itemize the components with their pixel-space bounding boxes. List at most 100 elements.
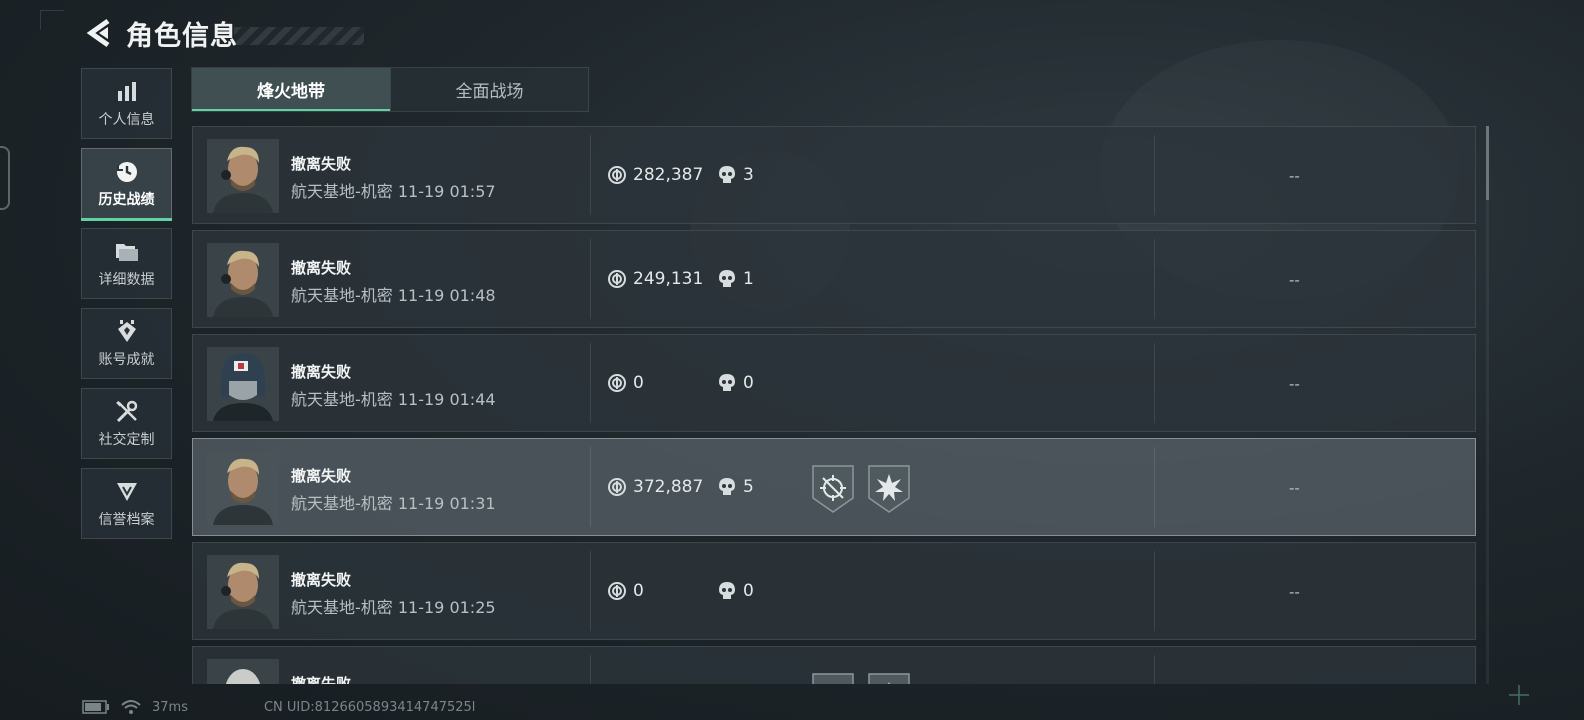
- kill-count: 1: [717, 269, 754, 289]
- coin-icon: [607, 477, 627, 497]
- match-detail: 航天基地-机密 11-19 01:57: [291, 182, 496, 201]
- crosshair-badge-icon[interactable]: [811, 672, 855, 684]
- back-button[interactable]: [80, 13, 120, 53]
- kill-count-text: 1: [743, 269, 754, 289]
- kill-count: 5: [717, 477, 754, 497]
- crosshair-badge-icon[interactable]: [811, 464, 855, 514]
- match-detail: 航天基地-机密 11-19 01:44: [291, 390, 496, 409]
- match-result: 撤离失败: [291, 155, 352, 173]
- folders-icon: [114, 239, 140, 265]
- kill-count-text: 0: [743, 373, 754, 393]
- column-divider: [1154, 343, 1155, 423]
- status-bar: 37ms CN UID:8126605893414747525l: [82, 697, 475, 717]
- column-divider: [590, 447, 591, 527]
- match-record-row[interactable]: 撤离失败 航天基地-机密 11-19 01:48 249,131 1 --: [192, 230, 1476, 328]
- extra-value: --: [1289, 583, 1300, 601]
- sidebar-item-achievements[interactable]: 账号成就: [81, 308, 172, 379]
- list-scrollbar[interactable]: [1486, 126, 1489, 684]
- match-result: 撤离失败: [291, 675, 352, 684]
- loot-value-text: 0: [633, 581, 644, 601]
- title-decoration: [234, 27, 364, 45]
- tab-full-battlefield[interactable]: 全面战场: [390, 68, 588, 111]
- sidebar-item-label: 历史战绩: [98, 191, 155, 208]
- match-detail: 航天基地-机密 11-19 01:31: [291, 494, 496, 513]
- sidebar-item-match-history[interactable]: 历史战绩: [81, 148, 172, 221]
- explosion-badge-icon[interactable]: [867, 672, 911, 684]
- sidebar-item-social[interactable]: 社交定制: [81, 388, 172, 459]
- skull-icon: [717, 269, 737, 289]
- kill-count: 3: [717, 165, 754, 185]
- column-divider: [1154, 239, 1155, 319]
- sidebar: 个人信息 历史战绩 详细数据 账号成就 社交定制 信誉档案: [81, 68, 172, 548]
- kill-count: 0: [717, 373, 754, 393]
- column-divider: [590, 343, 591, 423]
- operator-avatar: [207, 451, 279, 525]
- loot-value-text: 0: [633, 373, 644, 393]
- skull-icon: [717, 165, 737, 185]
- operator-avatar: [207, 659, 279, 684]
- sidebar-item-personal-info[interactable]: 个人信息: [81, 68, 172, 139]
- match-badges: [811, 464, 911, 514]
- loot-value-text: 282,387: [633, 165, 704, 185]
- match-history-list: 撤离失败 航天基地-机密 11-19 01:57 282,387 3 -- 撤离…: [192, 126, 1476, 684]
- skull-icon: [717, 581, 737, 601]
- explosion-badge-icon[interactable]: [867, 464, 911, 514]
- corner-decoration: [40, 10, 64, 30]
- skull-icon: [717, 477, 737, 497]
- side-handle-decoration: [0, 146, 10, 210]
- achievement-icon: [114, 319, 140, 345]
- mode-tabs: 烽火地带 全面战场: [191, 67, 589, 112]
- operator-avatar: [207, 139, 279, 213]
- loot-value: 0: [607, 373, 644, 393]
- loot-value: 249,131: [607, 269, 703, 289]
- extra-value: --: [1289, 167, 1300, 185]
- match-record-row[interactable]: 撤离失败 航天基地-机密 11-19 01:25 0 0 --: [192, 542, 1476, 640]
- kill-count-text: 0: [743, 581, 754, 601]
- battery-icon: [82, 700, 109, 714]
- wifi-icon: [121, 700, 141, 714]
- plus-icon: [1509, 685, 1529, 705]
- ping-text: 37ms: [152, 699, 188, 715]
- sidebar-item-reputation[interactable]: 信誉档案: [81, 468, 172, 539]
- column-divider: [590, 239, 591, 319]
- sidebar-item-label: 信誉档案: [98, 511, 155, 528]
- scrollbar-thumb[interactable]: [1486, 126, 1489, 200]
- bar-chart-icon: [114, 79, 140, 105]
- coin-icon: [607, 269, 627, 289]
- column-divider: [1154, 135, 1155, 215]
- match-record-row[interactable]: 撤离失败 航天基地-机密 11-19 01:44 0 0 --: [192, 334, 1476, 432]
- loot-value: 282,387: [607, 165, 703, 185]
- match-badges: [811, 672, 911, 684]
- loot-value: 372,887: [607, 477, 703, 497]
- uid-text: CN UID:8126605893414747525l: [263, 699, 476, 715]
- column-divider: [590, 551, 591, 631]
- match-record-row[interactable]: 撤离失败 航天基地-机密 11-19 01:57 282,387 3 --: [192, 126, 1476, 224]
- sidebar-item-label: 账号成就: [98, 351, 155, 368]
- extra-value: --: [1289, 271, 1300, 289]
- column-divider: [590, 655, 591, 684]
- match-detail: 航天基地-机密 11-19 01:48: [291, 286, 496, 305]
- sidebar-item-detailed-data[interactable]: 详细数据: [81, 228, 172, 299]
- match-result: 撤离失败: [291, 259, 352, 277]
- operator-avatar: [207, 555, 279, 629]
- back-arrow-icon: [86, 18, 110, 48]
- history-icon: [114, 159, 140, 185]
- match-record-row[interactable]: 撤离失败 航天基地-机密 11-19 01:31 372,887 5 --: [192, 438, 1476, 536]
- reputation-icon: [114, 479, 140, 505]
- tab-hazard-zone[interactable]: 烽火地带: [192, 68, 390, 111]
- match-result: 撤离失败: [291, 363, 352, 381]
- skull-icon: [717, 373, 737, 393]
- extra-value: --: [1289, 375, 1300, 393]
- match-result: 撤离失败: [291, 571, 352, 589]
- extra-value: --: [1289, 479, 1300, 497]
- coin-icon: [607, 581, 627, 601]
- column-divider: [1154, 655, 1155, 684]
- column-divider: [590, 135, 591, 215]
- sidebar-item-label: 个人信息: [98, 111, 155, 128]
- coin-icon: [607, 165, 627, 185]
- loot-value-text: 249,131: [633, 269, 704, 289]
- loot-value: 0: [607, 581, 644, 601]
- column-divider: [1154, 551, 1155, 631]
- sidebar-item-label: 社交定制: [98, 431, 155, 448]
- match-record-row[interactable]: 撤离失败: [192, 646, 1476, 684]
